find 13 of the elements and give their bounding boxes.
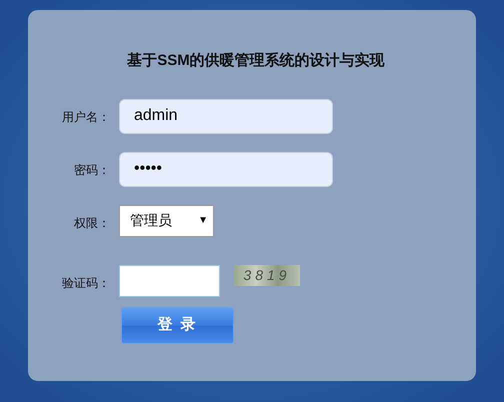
field-label: 密码： [73,162,110,178]
page-title: 基于SSM的供暖管理系统的设计与实现 [126,51,386,71]
select-value: 管理员 [130,211,172,230]
field-label: 权限： [73,214,110,232]
role-select[interactable]: 管理员 ▼ [119,204,214,236]
field-label: 验证码： [61,274,110,292]
captcha-field[interactable] [119,264,220,296]
input-field[interactable]: ••••• [119,152,333,186]
input-field[interactable]: admin [119,98,333,134]
caret-icon: ▼ [198,213,208,228]
login-button[interactable]: 登 录 [121,306,234,344]
field-label: 用户名： [61,108,110,126]
captcha-image: 3819 [234,265,300,286]
